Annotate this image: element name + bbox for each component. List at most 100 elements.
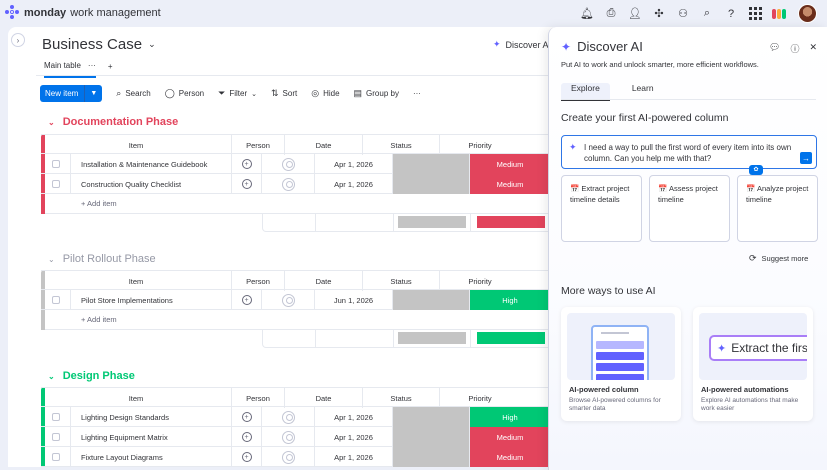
priority-cell[interactable]: Medium xyxy=(470,447,550,467)
invite-icon[interactable]: 👤︎ xyxy=(628,5,642,23)
apps-puzzle-icon[interactable]: ✣ xyxy=(652,5,666,23)
table-row[interactable]: Installation & Maintenance Guidebook + A… xyxy=(41,154,551,174)
row-checkbox[interactable] xyxy=(51,296,60,304)
add-update-icon[interactable]: + xyxy=(241,159,252,169)
chevron-down-icon[interactable]: ▼ xyxy=(85,90,102,97)
expand-sidebar-icon[interactable]: › xyxy=(11,33,25,47)
add-item-row[interactable]: + Add item xyxy=(41,194,551,214)
updates-cell[interactable]: + xyxy=(232,174,262,194)
row-checkbox[interactable] xyxy=(51,413,60,421)
summary-priority[interactable] xyxy=(471,329,551,347)
teams-icon[interactable]: ⚇ xyxy=(676,5,690,23)
person-cell[interactable] xyxy=(262,447,315,467)
col-header-date[interactable]: Date xyxy=(285,388,363,408)
updates-cell[interactable]: + xyxy=(232,427,262,447)
bell-icon[interactable]: 🔔︎ xyxy=(580,5,594,23)
group-title[interactable]: ⌄ Documentation Phase xyxy=(48,116,178,128)
search-icon[interactable]: ⌕ xyxy=(700,5,714,23)
item-name[interactable]: Fixture Layout Diagrams xyxy=(71,447,232,467)
date-cell[interactable]: Apr 1, 2026 xyxy=(315,174,393,194)
feedback-icon[interactable]: 💬︎ xyxy=(769,42,780,55)
date-cell[interactable]: Apr 1, 2026 xyxy=(315,447,393,467)
search-button[interactable]: ⌕ Search xyxy=(116,88,150,99)
person-cell[interactable] xyxy=(262,407,315,427)
date-cell[interactable]: Jun 1, 2026 xyxy=(315,290,393,310)
col-header-date[interactable]: Date xyxy=(285,135,363,155)
row-checkbox[interactable] xyxy=(51,160,60,168)
updates-cell[interactable]: + xyxy=(232,154,262,174)
date-cell[interactable]: Apr 1, 2026 xyxy=(315,427,393,447)
updates-cell[interactable]: + xyxy=(232,407,262,427)
person-cell[interactable] xyxy=(262,174,315,194)
row-checkbox[interactable] xyxy=(51,453,60,461)
close-icon[interactable]: ✕ xyxy=(809,42,817,55)
status-cell[interactable] xyxy=(393,290,470,310)
priority-cell[interactable]: High xyxy=(470,290,550,310)
more-icon[interactable]: ··· xyxy=(88,61,96,70)
person-filter-button[interactable]: ◯ Person xyxy=(165,88,204,99)
col-header-status[interactable]: Status xyxy=(363,135,440,155)
col-header-item[interactable]: Item xyxy=(41,388,232,408)
chevron-down-icon[interactable]: ⌄ xyxy=(251,90,257,98)
add-item-row[interactable]: + Add item xyxy=(41,310,551,330)
col-header-item[interactable]: Item xyxy=(41,271,232,291)
suggestion-card[interactable]: 📅 Assess project timeline xyxy=(649,175,730,242)
col-header-person[interactable]: Person xyxy=(232,135,285,155)
status-cell[interactable] xyxy=(393,174,470,194)
col-header-status[interactable]: Status xyxy=(363,388,440,408)
updates-cell[interactable]: + xyxy=(232,447,262,467)
ai-prompt-input[interactable]: ✦ I need a way to pull the first word of… xyxy=(561,135,817,175)
updates-cell[interactable]: + xyxy=(232,290,262,310)
ai-column-card[interactable]: AI-powered column Browse AI-powered colu… xyxy=(561,307,681,421)
col-header-status[interactable]: Status xyxy=(363,271,440,291)
status-cell[interactable] xyxy=(393,447,470,467)
table-row[interactable]: Construction Quality Checklist + Apr 1, … xyxy=(41,174,551,194)
chevron-down-icon[interactable]: ⌄ xyxy=(48,372,55,381)
status-cell[interactable] xyxy=(393,154,470,174)
ai-automations-card[interactable]: ✦ Extract the first AI-powered automatio… xyxy=(693,307,813,421)
filter-button[interactable]: ⏷ Filter ⌄ xyxy=(218,88,257,99)
apps-grid-icon[interactable] xyxy=(748,5,762,23)
new-item-label[interactable]: New item xyxy=(40,85,86,102)
suggest-more-button[interactable]: ⟳ Suggest more xyxy=(749,253,808,264)
summary-priority[interactable] xyxy=(471,213,551,231)
col-header-priority[interactable]: Priority xyxy=(440,135,520,155)
avatar[interactable] xyxy=(798,4,817,23)
group-title[interactable]: ⌄ Pilot Rollout Phase xyxy=(48,253,156,265)
table-row[interactable]: Lighting Equipment Matrix + Apr 1, 2026 … xyxy=(41,427,551,447)
add-update-icon[interactable]: + xyxy=(241,295,252,305)
col-header-person[interactable]: Person xyxy=(232,388,285,408)
new-item-button[interactable]: New item ▼ xyxy=(40,85,103,102)
person-cell[interactable] xyxy=(262,427,315,447)
person-cell[interactable] xyxy=(262,290,315,310)
add-update-icon[interactable]: + xyxy=(241,432,252,442)
date-cell[interactable]: Apr 1, 2026 xyxy=(315,154,393,174)
sort-button[interactable]: ⇅ Sort xyxy=(271,88,297,99)
summary-status[interactable] xyxy=(394,329,471,347)
row-checkbox[interactable] xyxy=(51,180,60,188)
item-name[interactable]: Installation & Maintenance Guidebook xyxy=(71,154,232,174)
priority-cell[interactable]: Medium xyxy=(470,154,550,174)
col-header-item[interactable]: Item xyxy=(41,135,232,155)
status-cell[interactable] xyxy=(393,407,470,427)
col-header-person[interactable]: Person xyxy=(232,271,285,291)
col-header-date[interactable]: Date xyxy=(285,271,363,291)
item-name[interactable]: Construction Quality Checklist xyxy=(71,174,232,194)
priority-cell[interactable]: High xyxy=(470,407,550,427)
status-cell[interactable] xyxy=(393,427,470,447)
date-cell[interactable]: Apr 1, 2026 xyxy=(315,407,393,427)
row-checkbox[interactable] xyxy=(51,433,60,441)
discover-ai-button[interactable]: ✦ Discover AI xyxy=(493,39,551,50)
send-icon[interactable]: → xyxy=(800,152,812,164)
add-update-icon[interactable]: + xyxy=(241,179,252,189)
suggestion-card[interactable]: 📅 Analyze project timeline xyxy=(737,175,818,242)
add-update-icon[interactable]: + xyxy=(241,412,252,422)
table-row[interactable]: Pilot Store Implementations + Jun 1, 202… xyxy=(41,290,551,310)
inbox-icon[interactable]: ⎙ xyxy=(604,5,618,23)
col-header-priority[interactable]: Priority xyxy=(440,388,520,408)
help-icon[interactable]: ⓘ xyxy=(790,42,799,55)
suggestion-card[interactable]: 📅 Extract project timeline details xyxy=(561,175,642,242)
item-name[interactable]: Pilot Store Implementations xyxy=(71,290,232,310)
summary-status[interactable] xyxy=(394,213,471,231)
hide-button[interactable]: ◎ Hide xyxy=(311,88,339,99)
